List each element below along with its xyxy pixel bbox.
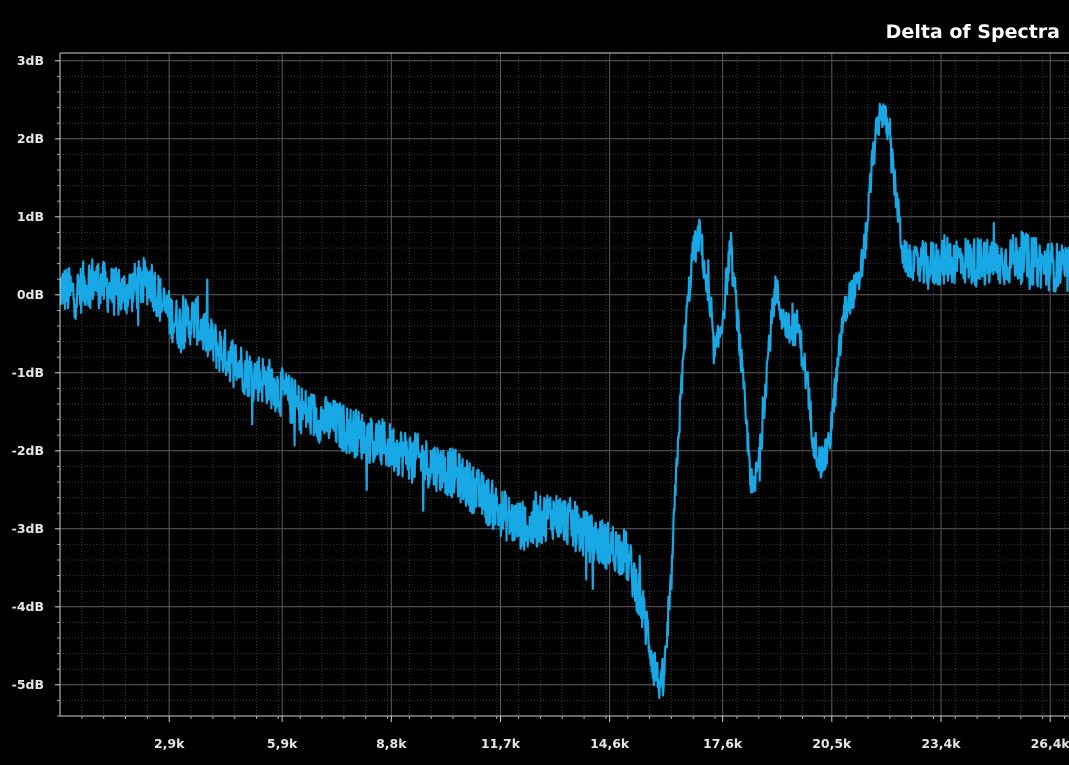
y-tick-label: -5dB	[12, 677, 44, 692]
x-tick-label: 5,9k	[267, 736, 298, 751]
y-tick-label: 0dB	[17, 287, 44, 302]
chart-title: Delta of Spectra	[886, 21, 1060, 43]
x-tick-label: 17,6k	[703, 736, 743, 751]
y-tick-label: -4dB	[12, 599, 44, 614]
y-tick-label: 2dB	[17, 131, 44, 146]
x-tick-label: 20,5k	[812, 736, 852, 751]
delta-of-spectra-chart: Delta of Spectra 3dB 2dB 1dB 0dB -1dB -2dB -3d…	[0, 0, 1069, 765]
x-tick-label: 2,9k	[154, 736, 185, 751]
x-tick-label: 23,4k	[921, 736, 961, 751]
chart: Delta of Spectra 3dB 2dB 1dB 0dB -1dB -2dB -3d…	[0, 0, 1069, 765]
y-tick-label: -1dB	[12, 365, 44, 380]
x-tick-label: 26,4k	[1031, 736, 1069, 751]
y-tick-label: 1dB	[17, 209, 44, 224]
y-tick-label: 3dB	[17, 53, 44, 68]
x-tick-label: 11,7k	[481, 736, 521, 751]
chart-background	[0, 0, 1069, 765]
y-tick-label: -3dB	[12, 521, 44, 536]
y-tick-label: -2dB	[12, 443, 44, 458]
x-tick-label: 14,6k	[590, 736, 630, 751]
x-tick-label: 8,8k	[376, 736, 407, 751]
